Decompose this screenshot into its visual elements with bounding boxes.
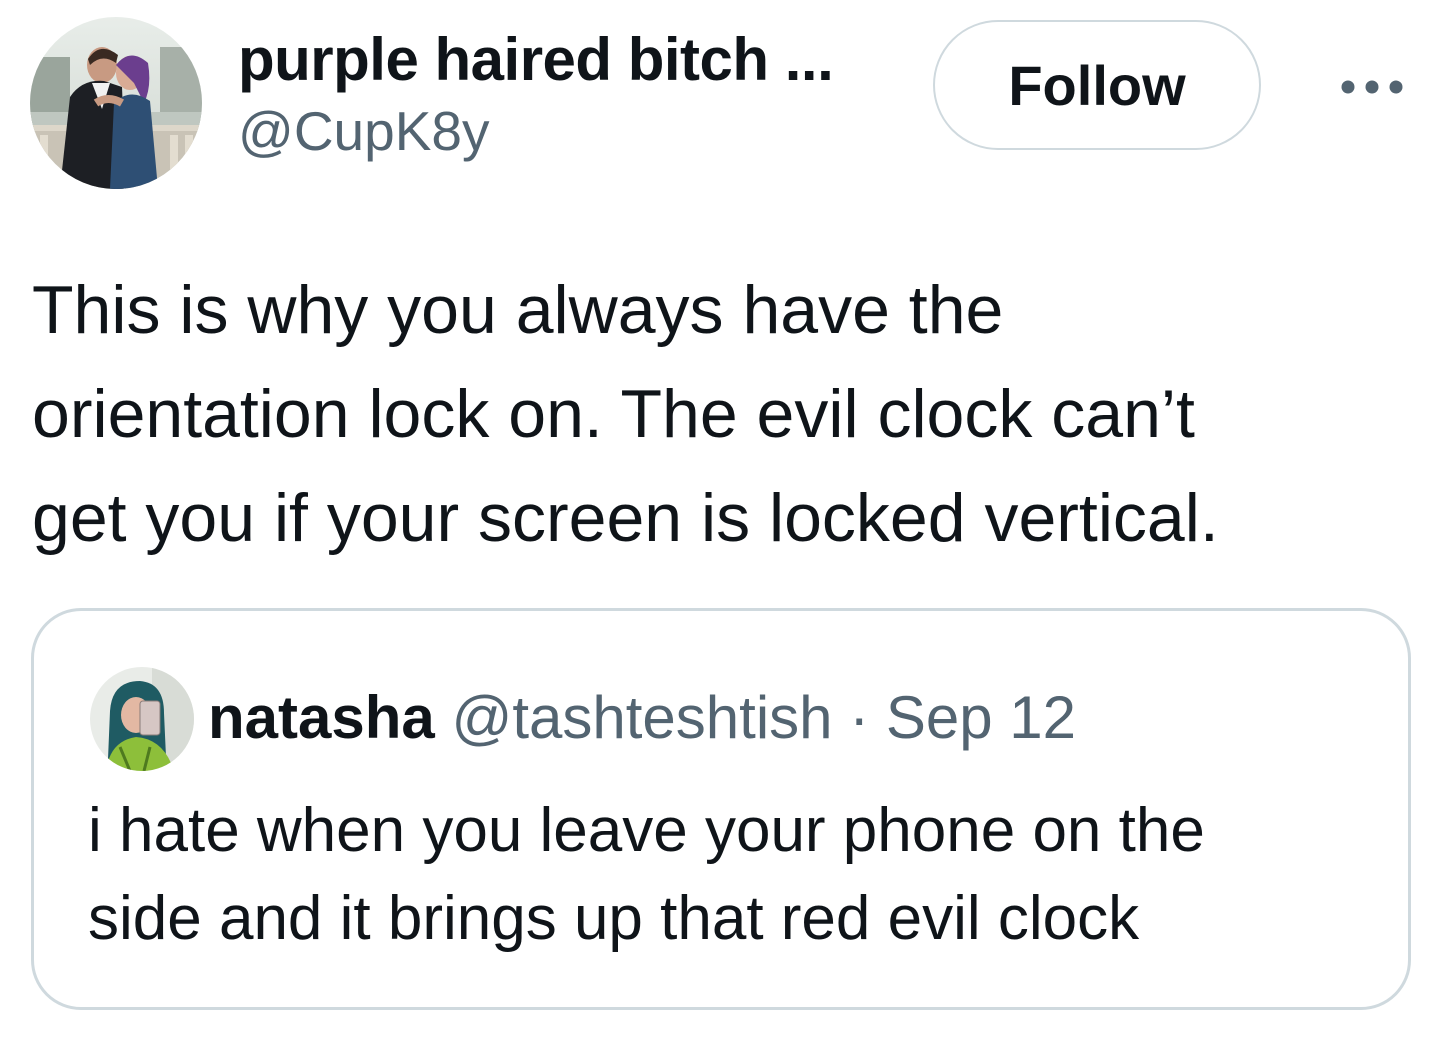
tweet-text-line: orientation lock on. The evil clock can’…: [32, 376, 1195, 452]
quoted-text-line: i hate when you leave your phone on the: [88, 796, 1205, 865]
author-handle[interactable]: @CupK8y: [238, 98, 918, 164]
profile-photo-icon: [90, 667, 194, 771]
author-avatar[interactable]: [30, 17, 202, 189]
quoted-author-handle[interactable]: @tashteshtish: [451, 684, 832, 751]
author-display-name[interactable]: purple haired bitch ...: [238, 22, 918, 98]
quoted-tweet-card[interactable]: natasha @tashteshtish · Sep 12 i hate wh…: [31, 608, 1411, 1010]
more-options-button[interactable]: [1332, 62, 1412, 112]
author-name-block: purple haired bitch ... @CupK8y: [238, 22, 918, 164]
quoted-tweet-date[interactable]: Sep 12: [886, 684, 1076, 751]
quoted-text-line: side and it brings up that red evil cloc…: [88, 884, 1140, 953]
quoted-tweet-header: natasha @tashteshtish · Sep 12: [208, 681, 1076, 755]
follow-button[interactable]: Follow: [933, 20, 1261, 150]
more-horizontal-icon: [1341, 80, 1403, 94]
tweet-text-line: This is why you always have the: [32, 272, 1004, 348]
quoted-author-display-name[interactable]: natasha: [208, 684, 435, 751]
quoted-author-avatar[interactable]: [90, 667, 194, 771]
quoted-tweet-text: i hate when you leave your phone on the …: [88, 787, 1388, 963]
tweet: purple haired bitch ... @CupK8y Follow T…: [0, 0, 1438, 1042]
tweet-text: This is why you always have the orientat…: [32, 258, 1412, 570]
header-separator: ·: [849, 684, 870, 751]
tweet-text-line: get you if your screen is locked vertica…: [32, 480, 1219, 556]
profile-photo-icon: [30, 17, 202, 189]
